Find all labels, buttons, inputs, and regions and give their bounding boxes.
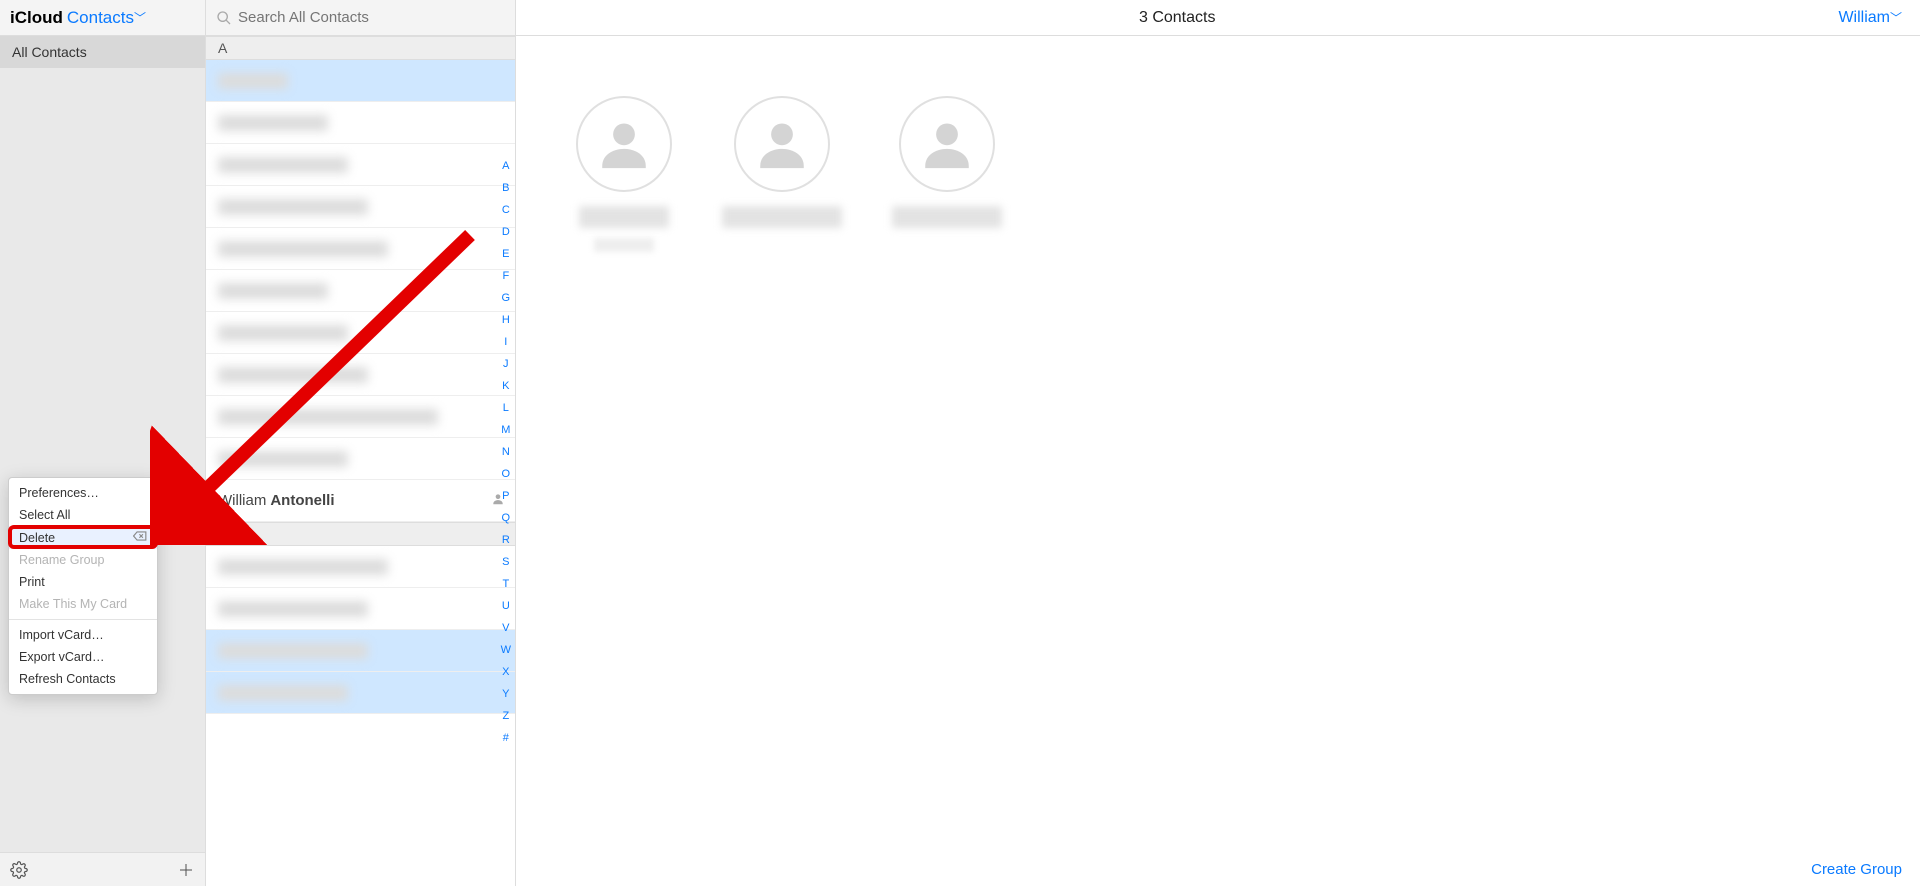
app-switcher[interactable]: iCloud Contacts ﹀ [0,0,206,35]
contact-first-name: William [218,492,266,509]
alpha-letter[interactable]: Y [501,684,511,704]
menu-item-import-vcard[interactable]: Import vCard… [9,624,157,646]
contact-name-redacted [892,206,1002,228]
backspace-icon [133,530,147,545]
alpha-letter[interactable]: W [501,640,511,660]
alpha-letter[interactable]: J [501,354,511,374]
contact-row[interactable] [206,396,515,438]
alpha-letter[interactable]: D [501,222,511,242]
menu-item-delete[interactable]: Delete [9,526,157,549]
contact-row[interactable] [206,438,515,480]
alpha-letter[interactable]: E [501,244,511,264]
alpha-letter[interactable]: K [501,376,511,396]
settings-context-menu: Preferences… Select All Delete Rename Gr… [8,477,158,695]
contact-name-redacted [579,206,669,228]
alpha-letter[interactable]: O [501,464,511,484]
alpha-letter[interactable]: # [501,728,511,748]
contact-row[interactable] [206,228,515,270]
alpha-letter[interactable]: Q [501,508,511,528]
page-title: 3 Contacts [516,9,1838,27]
contact-row[interactable] [206,312,515,354]
alpha-letter[interactable]: R [501,530,511,550]
selected-contact-card[interactable] [892,96,1002,252]
contact-name-redacted [722,206,842,228]
alpha-index: A B C D E F G H I J K L M N O P Q R S T … [501,156,511,748]
alpha-letter[interactable]: C [501,200,511,220]
menu-item-export-vcard[interactable]: Export vCard… [9,646,157,668]
alpha-letter[interactable]: F [501,266,511,286]
alpha-letter[interactable]: P [501,486,511,506]
contact-row[interactable] [206,186,515,228]
menu-item-select-all[interactable]: Select All [9,504,157,526]
contact-last-name: Antonelli [270,492,334,509]
contacts-dropdown-label: Contacts [67,8,134,28]
search-icon [216,10,232,26]
selected-contact-card[interactable] [576,96,672,252]
menu-item-print[interactable]: Print [9,571,157,593]
contact-row[interactable] [206,270,515,312]
alpha-letter[interactable]: I [501,332,511,352]
alpha-letter[interactable]: L [501,398,511,418]
chevron-down-icon: ﹀ [1890,11,1902,25]
alpha-letter[interactable]: B [501,178,511,198]
detail-pane: Create Group [516,36,1920,886]
user-label: William [1838,9,1890,26]
top-bar: iCloud Contacts ﹀ 3 Contacts William﹀ [0,0,1920,36]
avatar-placeholder-icon [899,96,995,192]
alpha-letter[interactable]: S [501,552,511,572]
alpha-letter[interactable]: N [501,442,511,462]
menu-item-delete-label: Delete [19,531,55,545]
contact-row[interactable] [206,60,515,102]
sidebar-item-all-contacts[interactable]: All Contacts [0,36,205,68]
contact-row[interactable] [206,546,515,588]
alpha-letter[interactable]: T [501,574,511,594]
alpha-letter[interactable]: V [501,618,511,638]
menu-item-preferences[interactable]: Preferences… [9,482,157,504]
alpha-letter[interactable]: X [501,662,511,682]
contact-row[interactable] [206,102,515,144]
section-header-b: B [206,522,515,546]
alpha-letter[interactable]: U [501,596,511,616]
contact-row[interactable] [206,630,515,672]
selected-contacts-row [516,36,1920,252]
search-container [206,0,516,35]
alpha-letter[interactable]: M [501,420,511,440]
alpha-letter[interactable]: Z [501,706,511,726]
sidebar-footer [0,852,205,886]
contact-row[interactable] [206,588,515,630]
alpha-letter[interactable]: A [501,156,511,176]
contacts-list: A William Antonelli B A B C D E F [206,36,516,886]
avatar-placeholder-icon [576,96,672,192]
menu-separator [9,619,157,620]
contact-row[interactable] [206,144,515,186]
main-area: All Contacts A William Antonelli [0,36,1920,886]
selected-contact-card[interactable] [722,96,842,252]
contact-sub-redacted [594,238,654,252]
user-menu[interactable]: William﹀ [1838,9,1920,27]
gear-icon[interactable] [10,861,28,879]
create-group-link[interactable]: Create Group [1811,861,1902,878]
sidebar: All Contacts [0,36,206,886]
contact-row-me[interactable]: William Antonelli [206,480,515,522]
search-input[interactable] [238,9,505,26]
menu-item-rename-group: Rename Group [9,549,157,571]
chevron-down-icon: ﹀ [134,9,146,26]
section-header-a: A [206,36,515,60]
menu-item-make-my-card: Make This My Card [9,593,157,615]
contact-row[interactable] [206,354,515,396]
alpha-letter[interactable]: H [501,310,511,330]
contact-row[interactable] [206,672,515,714]
plus-icon[interactable] [177,861,195,879]
alpha-letter[interactable]: G [501,288,511,308]
icloud-label: iCloud [10,8,63,28]
avatar-placeholder-icon [734,96,830,192]
menu-item-refresh-contacts[interactable]: Refresh Contacts [9,668,157,690]
